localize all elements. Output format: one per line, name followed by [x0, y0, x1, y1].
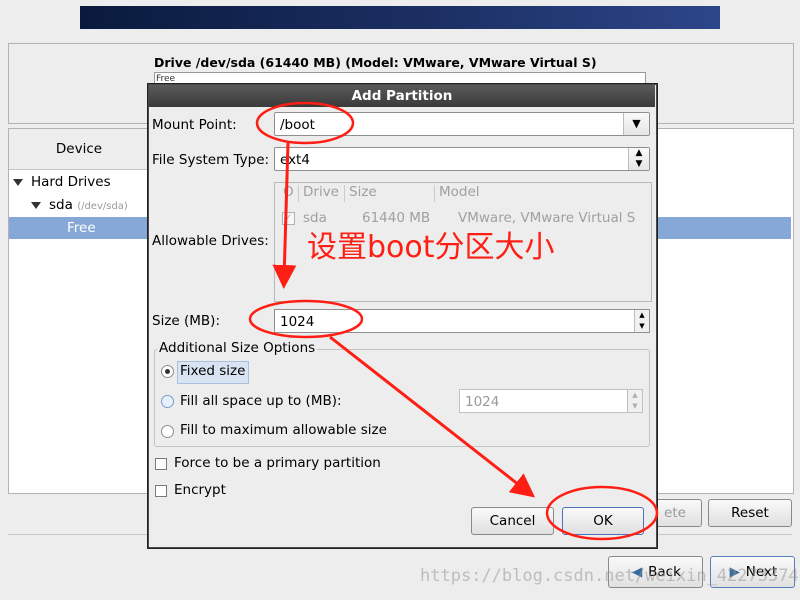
- dialog-title: Add Partition: [149, 85, 655, 107]
- size-value: 1024: [280, 314, 315, 330]
- fixed-size-label[interactable]: Fixed size: [180, 363, 245, 379]
- drive-checkbox[interactable]: ✓: [282, 212, 295, 225]
- mount-point-value: /boot: [280, 117, 315, 133]
- watermark: https://blog.csdn.net/weixin_42273374: [420, 566, 799, 586]
- expand-triangle-icon[interactable]: [31, 201, 41, 209]
- chevron-down-icon[interactable]: ▼: [623, 113, 649, 135]
- stepper-icon[interactable]: ▲ ▼: [634, 310, 649, 332]
- mount-point-combo[interactable]: /boot ▼: [274, 112, 650, 136]
- size-input[interactable]: 1024 ▲ ▼: [274, 309, 650, 333]
- encrypt-checkbox[interactable]: [155, 485, 167, 497]
- column-header-model: Model: [439, 184, 480, 200]
- tree-item-path: (/dev/sda): [77, 201, 128, 212]
- fs-type-label: File System Type:: [152, 152, 270, 168]
- header-banner: [80, 6, 720, 29]
- stepper-icon[interactable]: ▲ ▼: [627, 390, 642, 412]
- column-header-drive: Drive: [303, 184, 339, 200]
- primary-partition-label[interactable]: Force to be a primary partition: [174, 455, 381, 471]
- column-divider: [298, 185, 299, 202]
- fs-type-value: ext4: [280, 152, 310, 168]
- tree-item-label: sda: [49, 197, 73, 213]
- column-divider: [344, 185, 345, 202]
- drive-bar-label: Free: [156, 74, 176, 84]
- mount-point-label: Mount Point:: [152, 117, 237, 133]
- tree-item-label: Free: [67, 220, 96, 236]
- tree-item-sda[interactable]: sda (/dev/sda): [9, 194, 128, 216]
- annotation-text: 设置boot分区大小: [307, 230, 555, 265]
- drive-title: Drive /dev/sda (61440 MB) (Model: VMware…: [154, 55, 597, 70]
- tree-item-label: Hard Drives: [31, 174, 111, 190]
- fill-space-input[interactable]: 1024 ▲ ▼: [459, 389, 643, 413]
- additional-size-options-label: Additional Size Options: [157, 340, 318, 356]
- encrypt-label[interactable]: Encrypt: [174, 482, 226, 498]
- column-header-o: O: [283, 184, 294, 200]
- fill-space-value: 1024: [465, 394, 500, 410]
- updown-icon[interactable]: ▲ ▼: [628, 148, 649, 170]
- fs-type-select[interactable]: ext4 ▲ ▼: [274, 147, 650, 171]
- tree-item-hard-drives[interactable]: Hard Drives: [9, 171, 111, 193]
- fill-max-radio[interactable]: [161, 425, 174, 438]
- allowable-drives-label: Allowable Drives:: [152, 233, 269, 249]
- ok-button[interactable]: OK: [562, 507, 644, 535]
- size-label: Size (MB):: [152, 313, 220, 329]
- fixed-size-radio[interactable]: [161, 365, 174, 378]
- column-divider: [434, 185, 435, 202]
- primary-partition-checkbox[interactable]: [155, 458, 167, 470]
- fill-space-radio[interactable]: [161, 395, 174, 408]
- fill-space-label[interactable]: Fill all space up to (MB):: [180, 393, 342, 409]
- column-header-size: Size: [349, 184, 377, 200]
- device-column-header[interactable]: Device: [9, 129, 150, 170]
- reset-button[interactable]: Reset: [708, 499, 792, 527]
- fill-max-label[interactable]: Fill to maximum allowable size: [180, 422, 387, 438]
- expand-triangle-icon[interactable]: [13, 178, 23, 186]
- cancel-button[interactable]: Cancel: [471, 507, 554, 535]
